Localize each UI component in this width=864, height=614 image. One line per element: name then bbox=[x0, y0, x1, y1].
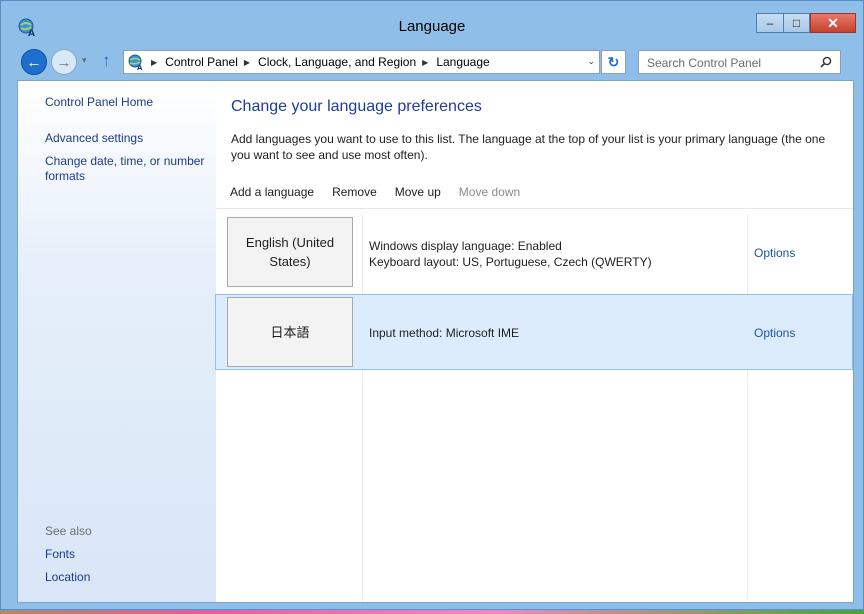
refresh-button[interactable]: ↻ bbox=[601, 50, 626, 74]
move-up-button[interactable]: Move up bbox=[395, 185, 441, 199]
search-icon[interactable] bbox=[820, 56, 832, 68]
language-window: A Language – □ ✕ ← → ▾ ↑ A ▶ Control Pan… bbox=[0, 0, 864, 610]
language-options-link[interactable]: Options bbox=[754, 246, 795, 260]
toolbar-divider bbox=[216, 208, 853, 209]
recent-locations-dropdown[interactable]: ▾ bbox=[82, 55, 87, 66]
language-info-line: Keyboard layout: US, Portuguese, Czech (… bbox=[369, 255, 652, 269]
maximize-button[interactable]: □ bbox=[783, 13, 810, 33]
page-description: Add languages you want to use to this li… bbox=[231, 132, 826, 162]
add-language-button[interactable]: Add a language bbox=[230, 185, 314, 199]
forward-arrow-icon: → bbox=[56, 53, 72, 71]
language-toolbar: Add a language Remove Move up Move down bbox=[230, 185, 538, 199]
svg-text:A: A bbox=[137, 64, 143, 71]
back-arrow-icon: ← bbox=[26, 53, 42, 71]
language-info: Input method: Microsoft IME bbox=[369, 325, 519, 341]
breadcrumb-clock-language-region[interactable]: Clock, Language, and Region bbox=[258, 55, 416, 69]
language-row-english[interactable]: English (United States) Windows display … bbox=[216, 215, 853, 291]
chevron-down-icon: ▾ bbox=[82, 55, 87, 65]
up-arrow-icon: ↑ bbox=[102, 51, 111, 70]
content-area: Control Panel Home Advanced settings Cha… bbox=[17, 80, 854, 603]
language-tile[interactable]: 日本語 bbox=[227, 297, 353, 367]
language-info-line: Input method: Microsoft IME bbox=[369, 326, 520, 340]
search-input[interactable] bbox=[645, 52, 819, 74]
language-options-link[interactable]: Options bbox=[754, 326, 795, 340]
control-panel-home-link[interactable]: Control Panel Home bbox=[45, 95, 210, 110]
move-down-button[interactable]: Move down bbox=[459, 185, 520, 199]
close-button[interactable]: ✕ bbox=[810, 13, 856, 33]
location-link[interactable]: Location bbox=[45, 570, 210, 585]
window-title: Language bbox=[398, 18, 466, 35]
address-bar[interactable]: A ▶ Control Panel ▶ Clock, Language, and… bbox=[123, 50, 600, 74]
breadcrumb-separator-icon[interactable]: ▶ bbox=[151, 58, 157, 67]
refresh-icon: ↻ bbox=[607, 53, 620, 70]
breadcrumb-language[interactable]: Language bbox=[436, 55, 489, 69]
fonts-link[interactable]: Fonts bbox=[45, 547, 210, 562]
breadcrumb-separator-icon[interactable]: ▶ bbox=[244, 58, 250, 67]
navigation-bar: ← → ▾ ↑ A ▶ Control Panel ▶ Clock, Langu… bbox=[1, 43, 863, 79]
remove-button[interactable]: Remove bbox=[332, 185, 377, 199]
close-icon: ✕ bbox=[827, 14, 839, 31]
back-button[interactable]: ← bbox=[21, 49, 47, 75]
up-button[interactable]: ↑ bbox=[102, 51, 111, 71]
breadcrumb-separator-icon[interactable]: ▶ bbox=[422, 58, 428, 67]
main-pane: Change your language preferences Add lan… bbox=[215, 81, 853, 602]
advanced-settings-link[interactable]: Advanced settings bbox=[45, 131, 210, 146]
forward-button[interactable]: → bbox=[51, 49, 77, 75]
title-bar[interactable]: A Language – □ ✕ bbox=[1, 1, 863, 43]
minimize-button[interactable]: – bbox=[756, 13, 783, 33]
minimize-icon: – bbox=[766, 16, 774, 30]
page-title: Change your language preferences bbox=[231, 98, 482, 115]
see-also-label: See also bbox=[45, 524, 92, 538]
search-box bbox=[638, 50, 841, 74]
language-info-line: Windows display language: Enabled bbox=[369, 239, 562, 253]
maximize-icon: □ bbox=[792, 16, 801, 30]
language-row-japanese[interactable]: 日本語 Input method: Microsoft IME Options bbox=[215, 294, 853, 370]
language-info: Windows display language: Enabled Keyboa… bbox=[369, 238, 652, 270]
breadcrumb-control-panel[interactable]: Control Panel bbox=[165, 55, 238, 69]
task-pane: Control Panel Home Advanced settings Cha… bbox=[18, 81, 216, 602]
language-tile[interactable]: English (United States) bbox=[227, 217, 353, 287]
change-formats-link[interactable]: Change date, time, or number formats bbox=[45, 154, 210, 184]
control-panel-icon: A bbox=[128, 54, 143, 71]
address-dropdown-icon[interactable]: ⌄ bbox=[587, 56, 595, 67]
